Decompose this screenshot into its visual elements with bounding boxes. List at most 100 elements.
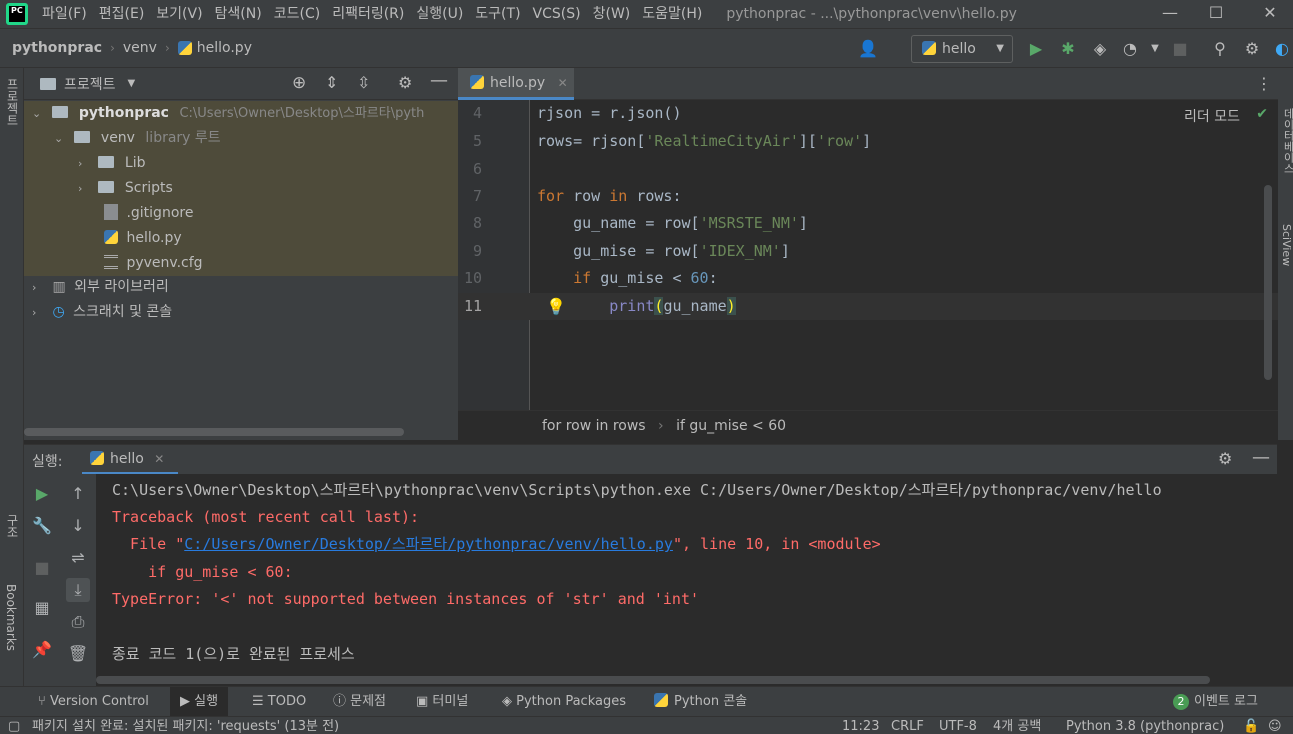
horizontal-scrollbar[interactable] bbox=[96, 676, 1210, 684]
tree-item-gitignore[interactable]: .gitignore bbox=[24, 201, 458, 226]
print-icon[interactable]: ⎙ bbox=[66, 610, 90, 634]
console-output[interactable]: C:\Users\Owner\Desktop\스파르타\pythonprac\v… bbox=[96, 474, 1277, 686]
tab-version-control[interactable]: ⑂ Version Control bbox=[38, 687, 149, 717]
caret-position[interactable]: 11:23 bbox=[842, 717, 879, 734]
breadcrumb-venv[interactable]: venv bbox=[123, 40, 157, 56]
lock-icon[interactable]: 🔓 bbox=[1243, 717, 1259, 734]
debug-icon[interactable]: ✱ bbox=[1058, 39, 1078, 59]
breadcrumb-if[interactable]: if gu_mise < 60 bbox=[676, 418, 786, 434]
gear-icon[interactable]: ⚙ bbox=[1218, 449, 1232, 468]
menu-view[interactable]: 보기(V) bbox=[150, 0, 208, 28]
menu-tools[interactable]: 도구(T) bbox=[469, 0, 526, 28]
pin-icon[interactable]: 📌 bbox=[30, 638, 54, 662]
hide-icon[interactable]: — bbox=[430, 70, 448, 91]
chevron-down-icon[interactable]: ▼ bbox=[128, 78, 136, 89]
menu-help[interactable]: 도움말(H) bbox=[636, 0, 708, 28]
database-tool-tab[interactable]: 데이터베이스 bbox=[1280, 108, 1293, 174]
menu-navigate[interactable]: 탐색(N) bbox=[209, 0, 268, 28]
tree-item-scratches[interactable]: › ◷ 스크래치 및 콘솔 bbox=[24, 300, 458, 325]
code-text: for row in rows: bbox=[537, 187, 682, 205]
gear-icon[interactable]: ⚙ bbox=[398, 73, 412, 92]
profile-icon[interactable]: ◔ bbox=[1120, 39, 1140, 59]
wrench-icon[interactable]: 🔧 bbox=[30, 514, 54, 538]
scroll-to-end-icon[interactable]: ⤓ bbox=[66, 578, 90, 602]
project-tool-tab[interactable]: 프로젝트 bbox=[4, 78, 21, 126]
chevron-down-icon[interactable]: ▼ bbox=[1145, 39, 1165, 59]
stop-icon[interactable]: ■ bbox=[30, 556, 54, 580]
file-link[interactable]: C:/Users/Owner/Desktop/스파르타/pythonprac/v… bbox=[184, 535, 673, 553]
locate-icon[interactable]: ⊕ bbox=[292, 73, 306, 93]
close-tab-icon[interactable]: ✕ bbox=[154, 452, 164, 466]
notification-icon[interactable]: ☺ bbox=[1268, 717, 1282, 734]
tab-python-packages[interactable]: ◈ Python Packages bbox=[502, 687, 626, 717]
jetbrains-icon[interactable]: ◐ bbox=[1272, 39, 1292, 59]
more-icon[interactable]: ⋮ bbox=[1256, 74, 1272, 93]
tree-item-venv[interactable]: ⌄ venv library 루트 bbox=[24, 126, 458, 151]
coverage-icon[interactable]: ◈ bbox=[1090, 39, 1110, 59]
bookmarks-tool-tab[interactable]: Bookmarks bbox=[4, 584, 18, 651]
run-icon[interactable]: ▶ bbox=[1026, 39, 1046, 59]
stop-icon[interactable]: ■ bbox=[1170, 39, 1190, 59]
project-panel-title[interactable]: 프로젝트 bbox=[64, 74, 116, 94]
menu-window[interactable]: 창(W) bbox=[587, 0, 637, 28]
list-icon: ☰ bbox=[252, 694, 268, 709]
user-icon[interactable]: 👤 bbox=[858, 39, 878, 59]
breadcrumb-for[interactable]: for row in rows bbox=[542, 418, 646, 434]
trash-icon[interactable]: 🗑 bbox=[66, 642, 90, 666]
layout-icon[interactable]: ▦ bbox=[30, 596, 54, 620]
line-number: 4 bbox=[472, 104, 482, 122]
search-icon[interactable]: ⚲ bbox=[1210, 39, 1230, 59]
menu-edit[interactable]: 편집(E) bbox=[93, 0, 151, 28]
minimize-icon[interactable]: — bbox=[1147, 0, 1193, 28]
line-number: 8 bbox=[472, 214, 482, 232]
tree-item-scripts[interactable]: › Scripts bbox=[24, 176, 458, 201]
tree-item-external-libraries[interactable]: › ▥ 외부 라이브러리 bbox=[24, 275, 458, 300]
tree-item-root[interactable]: ⌄ pythonprac C:\Users\Owner\Desktop\스파르타… bbox=[24, 101, 458, 126]
arrow-up-icon[interactable]: ↑ bbox=[66, 482, 90, 506]
breadcrumb-file[interactable]: hello.py bbox=[197, 40, 252, 56]
expand-all-icon[interactable]: ⇕ bbox=[325, 73, 338, 92]
arrow-down-icon[interactable]: ↓ bbox=[66, 514, 90, 538]
tab-problems[interactable]: ⓘ 문제점 bbox=[333, 687, 386, 717]
collapse-all-icon[interactable]: ⇳ bbox=[357, 73, 370, 92]
horizontal-scrollbar[interactable] bbox=[24, 428, 404, 436]
folder-icon bbox=[74, 131, 91, 143]
gear-icon[interactable]: ⚙ bbox=[1242, 39, 1262, 59]
console-text: ", line 10, in <module> bbox=[672, 535, 881, 553]
tab-run[interactable]: ▶ 실행 bbox=[170, 687, 229, 717]
soft-wrap-icon[interactable]: ⇌ bbox=[66, 546, 90, 570]
run-config-select[interactable]: hello ▼ bbox=[911, 35, 1013, 63]
chevron-down-icon: ▼ bbox=[996, 43, 1004, 54]
editor-tab-hello[interactable]: hello.py ✕ bbox=[458, 68, 574, 100]
file-encoding[interactable]: UTF-8 bbox=[939, 717, 977, 734]
menu-run[interactable]: 실행(U) bbox=[410, 0, 469, 28]
code-editor[interactable]: 리더 모드 ✔ 4 rjson = r.json() 5 rows= rjson… bbox=[458, 100, 1278, 410]
status-message[interactable]: 패키지 설치 완료: 설치된 패키지: 'requests' (13분 전) bbox=[32, 717, 339, 734]
breadcrumb-project[interactable]: pythonprac bbox=[12, 40, 102, 56]
interpreter[interactable]: Python 3.8 (pythonprac) bbox=[1066, 717, 1224, 734]
close-window-icon[interactable]: ✕ bbox=[1247, 0, 1293, 28]
folder-icon bbox=[52, 106, 69, 118]
hide-icon[interactable]: — bbox=[1252, 447, 1270, 468]
indent-setting[interactable]: 4개 공백 bbox=[993, 717, 1041, 734]
tree-item-pyvenv[interactable]: pyvenv.cfg bbox=[24, 251, 458, 276]
rerun-icon[interactable]: ▶ bbox=[30, 482, 54, 506]
structure-tool-tab[interactable]: 구조 bbox=[4, 514, 21, 538]
tab-python-console[interactable]: Python 콘솔 bbox=[654, 687, 747, 717]
tree-item-hello[interactable]: hello.py bbox=[24, 226, 458, 251]
line-separator[interactable]: CRLF bbox=[891, 717, 924, 734]
tab-todo[interactable]: ☰ TODO bbox=[252, 687, 306, 717]
menu-refactor[interactable]: 리팩터링(R) bbox=[326, 0, 410, 28]
menu-code[interactable]: 코드(C) bbox=[268, 0, 326, 28]
menu-vcs[interactable]: VCS(S) bbox=[527, 0, 587, 28]
vertical-scrollbar[interactable] bbox=[1264, 185, 1272, 380]
sciview-tool-tab[interactable]: SciView bbox=[1280, 224, 1293, 266]
run-config-label: hello bbox=[942, 41, 976, 57]
tab-terminal[interactable]: ▣ 터미널 bbox=[416, 687, 468, 717]
tree-item-lib[interactable]: › Lib bbox=[24, 151, 458, 176]
menu-file[interactable]: 파일(F) bbox=[36, 0, 93, 28]
run-tab-hello[interactable]: hello ✕ bbox=[82, 445, 178, 475]
maximize-icon[interactable]: ☐ bbox=[1193, 0, 1239, 28]
close-tab-icon[interactable]: ✕ bbox=[558, 76, 568, 90]
tab-event-log[interactable]: 2 이벤트 로그 bbox=[1173, 687, 1258, 717]
